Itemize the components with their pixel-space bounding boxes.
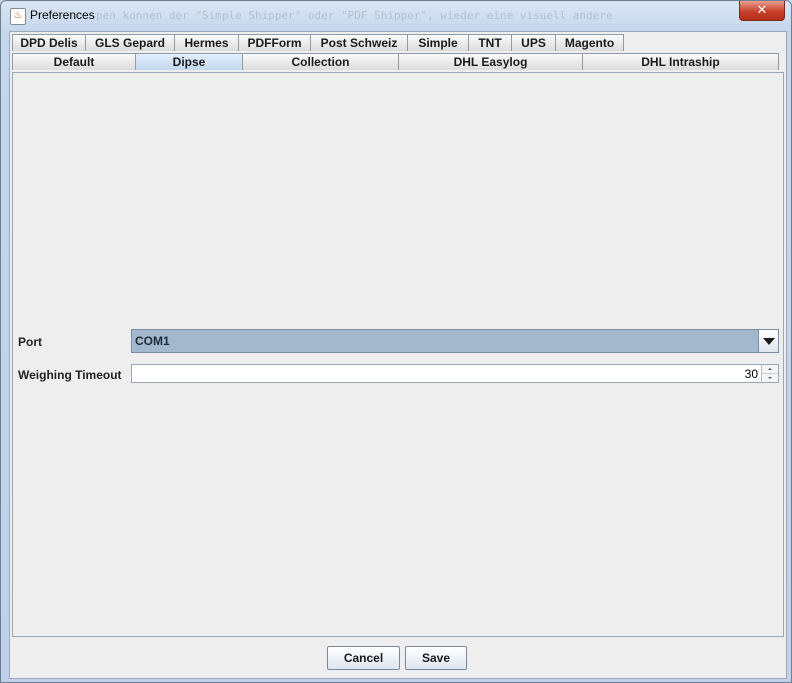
spinner-buttons (761, 365, 778, 382)
tab-tnt[interactable]: TNT (468, 34, 512, 51)
tab-post-schweiz[interactable]: Post Schweiz (310, 34, 408, 51)
weighing-timeout-label: Weighing Timeout (18, 368, 122, 382)
tab-magento[interactable]: Magento (555, 34, 624, 51)
chevron-down-icon[interactable] (758, 330, 778, 352)
spinner-up-icon[interactable] (762, 365, 778, 374)
preferences-window: ♨ Preferences pen konnen der "Simple Shi… (0, 0, 792, 683)
tab-dpd-delis[interactable]: DPD Delis (12, 34, 86, 51)
tab-dhl-intraship[interactable]: DHL Intraship (582, 53, 779, 70)
cancel-button[interactable]: Cancel (327, 646, 400, 670)
save-button[interactable]: Save (405, 646, 467, 670)
port-selected-value: COM1 (135, 334, 170, 348)
close-icon[interactable]: ✕ (757, 2, 768, 17)
weighing-timeout-spinner[interactable]: 30 (131, 364, 779, 383)
tab-simple[interactable]: Simple (407, 34, 469, 51)
port-select[interactable]: COM1 (131, 329, 779, 353)
tab-dipse[interactable]: Dipse (135, 53, 243, 70)
tab-hermes[interactable]: Hermes (174, 34, 239, 51)
tab-pdfform[interactable]: PDFForm (238, 34, 311, 51)
port-label: Port (18, 335, 42, 349)
tab-dhl-easylog[interactable]: DHL Easylog (398, 53, 583, 70)
tab-collection[interactable]: Collection (242, 53, 399, 70)
client-area: DPD Delis GLS Gepard Hermes PDFForm Post… (9, 31, 787, 679)
weighing-timeout-value[interactable]: 30 (745, 367, 758, 381)
tab-gls-gepard[interactable]: GLS Gepard (85, 34, 175, 51)
tab-row-bottom: Default Dipse Collection DHL Easylog DHL… (12, 53, 779, 71)
tab-ups[interactable]: UPS (511, 34, 556, 51)
java-app-icon: ♨ (10, 8, 26, 25)
close-button[interactable]: ✕ (739, 1, 785, 21)
title-bar[interactable]: ♨ Preferences pen konnen der "Simple Shi… (1, 1, 791, 31)
dipse-settings-panel: Port COM1 Weighing Timeout 30 (12, 72, 784, 637)
tab-default[interactable]: Default (12, 53, 136, 70)
spinner-down-icon[interactable] (762, 374, 778, 382)
tab-row-top: DPD Delis GLS Gepard Hermes PDFForm Post… (12, 34, 624, 52)
background-window-text: pen konnen der "Simple Shipper" oder "PD… (96, 9, 613, 22)
window-title: Preferences (30, 8, 95, 22)
